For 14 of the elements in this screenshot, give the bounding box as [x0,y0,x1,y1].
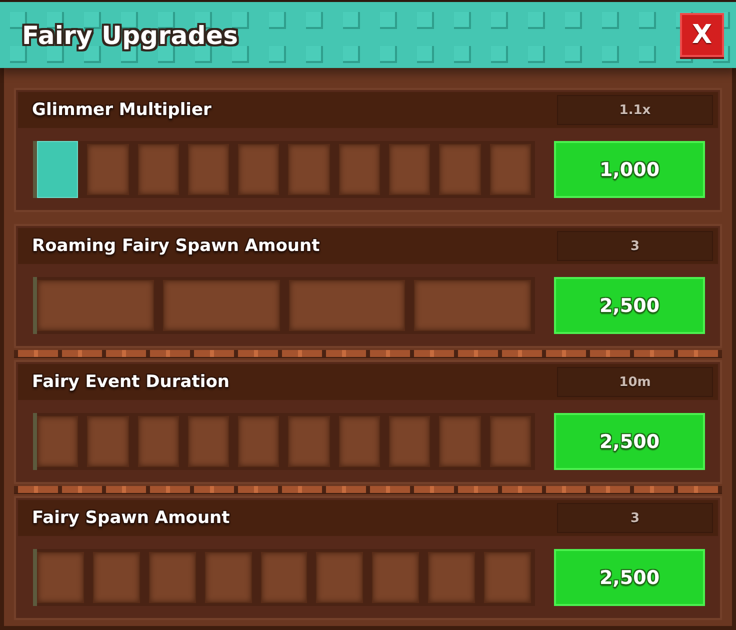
close-button[interactable]: X [680,13,724,57]
upgrade-name: Fairy Event Duration [32,372,230,392]
current-value: 3 [557,503,713,533]
window-title: Fairy Upgrades [22,20,238,50]
current-value: 10m [557,367,713,397]
upgrade-name: Fairy Spawn Amount [32,508,230,528]
buy-button[interactable]: 2,500 [554,277,705,334]
buy-button[interactable]: 2,500 [554,413,705,470]
buy-button[interactable]: 2,500 [554,549,705,606]
current-value: 1.1x [557,95,713,125]
buy-button[interactable]: 1,000 [554,141,705,198]
upgrade-name: Glimmer Multiplier [32,100,212,120]
upgrade-name: Roaming Fairy Spawn Amount [32,236,320,256]
current-value: 3 [557,231,713,261]
